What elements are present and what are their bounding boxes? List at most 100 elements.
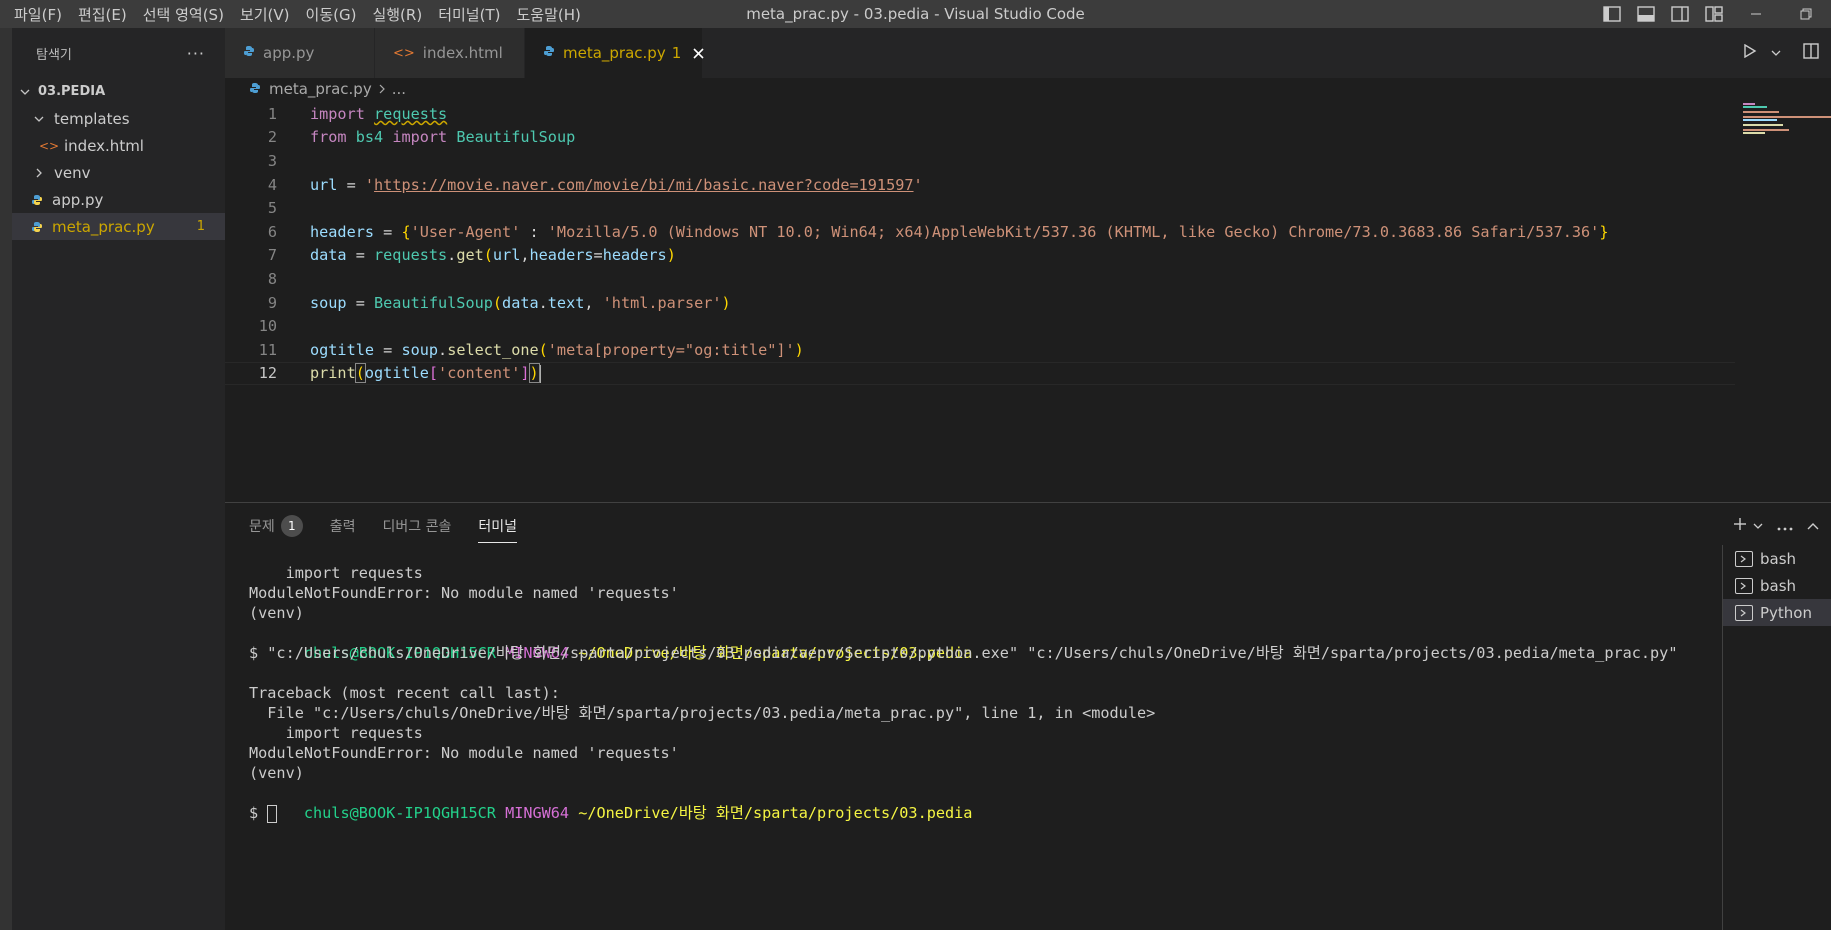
split-editor-icon[interactable]	[1803, 43, 1819, 63]
terminal-prompt-line: chuls@BOOK-IP1QGH15CR MINGW64 ~/OneDrive…	[249, 623, 1704, 662]
menu-terminal[interactable]: 터미널(T)	[430, 0, 508, 28]
restore-icon[interactable]	[1781, 0, 1831, 28]
chevron-right-icon	[378, 80, 386, 98]
window-controls	[1595, 0, 1831, 28]
terminal-line: import requests	[249, 724, 423, 742]
terminal-item-python[interactable]: Python	[1723, 599, 1831, 626]
code-line: 2 from bs4 import BeautifulSoup	[225, 126, 1735, 150]
line-number: 3	[267, 151, 277, 170]
code-text: ogtitle = soup.select_one('meta[property…	[310, 340, 804, 359]
terminal-item-label: Python	[1760, 603, 1812, 622]
tree-item-index-html[interactable]: <> index.html	[12, 132, 225, 159]
menu-file[interactable]: 파일(F)	[6, 0, 70, 28]
code-text: url = 'https://movie.naver.com/movie/bi/…	[310, 175, 923, 194]
customize-layout-icon[interactable]	[1697, 0, 1731, 28]
terminal-item-bash[interactable]: bash	[1723, 572, 1831, 599]
code-line: 3	[225, 149, 1735, 173]
new-terminal-icon[interactable]	[1733, 515, 1747, 536]
tree-item-app-py[interactable]: app.py	[12, 186, 225, 213]
tree-item-label: index.html	[64, 136, 144, 155]
more-actions-icon[interactable]: ···	[187, 44, 205, 63]
tree-root-folder[interactable]: 03.PEDIA	[12, 78, 225, 105]
toggle-secondary-sidebar-icon[interactable]	[1663, 0, 1697, 28]
toggle-panel-icon[interactable]	[1629, 0, 1663, 28]
chevron-down-icon[interactable]	[1753, 515, 1763, 536]
python-file-icon	[543, 45, 555, 61]
line-number: 5	[267, 199, 277, 218]
breadcrumb-symbol[interactable]: ...	[392, 80, 406, 98]
menu-selection[interactable]: 선택 영역(S)	[135, 0, 232, 28]
html-file-icon: <>	[38, 138, 60, 153]
terminal-list: bash bash Python	[1722, 545, 1831, 930]
line-number: 1	[267, 104, 277, 123]
text-cursor	[538, 364, 541, 383]
python-file-icon	[28, 221, 46, 233]
chevron-down-icon[interactable]	[1771, 44, 1781, 62]
code-text: soup = BeautifulSoup(data.text, 'html.pa…	[310, 293, 731, 312]
prompt-path: ~/OneDrive/바탕 화면/sparta/projects/03.pedi…	[578, 804, 973, 822]
tab-meta-prac-py[interactable]: meta_prac.py 1	[525, 28, 704, 78]
terminal-icon	[1735, 604, 1753, 621]
code-line: 5	[225, 196, 1735, 220]
tab-index-html[interactable]: <> index.html	[375, 28, 525, 78]
code-text: import requests	[310, 104, 448, 123]
tab-output[interactable]: 출력	[330, 503, 356, 548]
maximize-panel-icon[interactable]	[1807, 515, 1819, 536]
tree-item-templates[interactable]: templates	[12, 105, 225, 132]
tree-item-meta-prac-py[interactable]: meta_prac.py 1	[12, 213, 225, 240]
title-bar: 파일(F) 편집(E) 선택 영역(S) 보기(V) 이동(G) 실행(R) 터…	[0, 0, 1831, 28]
line-number: 10	[258, 317, 277, 336]
terminal-line: File "c:/Users/chuls/OneDrive/바탕 화면/spar…	[249, 704, 1156, 722]
line-number: 12	[258, 364, 277, 383]
minimap[interactable]	[1735, 100, 1831, 502]
tree-item-venv[interactable]: venv	[12, 159, 225, 186]
terminal-output[interactable]: import requests ModuleNotFoundError: No …	[249, 563, 1704, 923]
tree-root-label: 03.PEDIA	[38, 84, 106, 99]
tab-label: app.py	[263, 44, 315, 62]
breadcrumb-file[interactable]: meta_prac.py	[269, 80, 372, 98]
menu-go[interactable]: 이동(G)	[298, 0, 365, 28]
more-actions-icon[interactable]	[1777, 515, 1793, 536]
terminal-item-bash[interactable]: bash	[1723, 545, 1831, 572]
panel-tabs: 문제 1 출력 디버그 콘솔 터미널	[225, 503, 1831, 548]
terminal-item-label: bash	[1760, 549, 1797, 568]
terminal-line: Traceback (most recent call last):	[249, 684, 560, 702]
editor-tabs: app.py <> index.html meta_prac.py 1	[225, 28, 1831, 78]
menu-help[interactable]: 도움말(H)	[508, 0, 588, 28]
tab-debug-console[interactable]: 디버그 콘솔	[383, 503, 452, 548]
code-editor[interactable]: 1 import requests 2 from bs4 import Beau…	[225, 100, 1831, 502]
tab-terminal[interactable]: 터미널	[478, 503, 517, 548]
line-number: 2	[267, 128, 277, 147]
code-text: print(ogtitle['content'])	[310, 363, 541, 384]
terminal-line: ModuleNotFoundError: No module named 're…	[249, 744, 679, 762]
code-line: 10	[225, 314, 1735, 338]
tab-problem-count: 1	[671, 44, 682, 62]
code-line-current: 12 print(ogtitle['content'])	[225, 361, 1735, 386]
close-icon[interactable]	[693, 44, 704, 63]
terminal-line: ModuleNotFoundError: No module named 're…	[249, 584, 679, 602]
toggle-primary-sidebar-icon[interactable]	[1595, 0, 1629, 28]
code-line: 7 data = requests.get(url,headers=header…	[225, 244, 1735, 268]
run-python-file-icon[interactable]	[1743, 43, 1757, 62]
terminal-line: import requests	[249, 564, 423, 582]
code-line: 9 soup = BeautifulSoup(data.text, 'html.…	[225, 291, 1735, 315]
minimize-icon[interactable]	[1731, 0, 1781, 28]
menu-run[interactable]: 실행(R)	[364, 0, 430, 28]
terminal-cursor	[267, 804, 278, 823]
line-number: 8	[267, 269, 277, 288]
python-file-icon	[243, 45, 255, 61]
tab-app-py[interactable]: app.py	[225, 28, 375, 78]
html-file-icon: <>	[393, 45, 415, 61]
terminal-item-label: bash	[1760, 576, 1797, 595]
code-text: headers = {'User-Agent' : 'Mozilla/5.0 (…	[310, 222, 1609, 241]
menu-edit[interactable]: 편집(E)	[70, 0, 135, 28]
chevron-down-icon	[18, 87, 32, 97]
prompt-user: chuls@BOOK-IP1QGH15CR	[303, 804, 496, 822]
python-file-icon	[249, 82, 261, 97]
tab-label: meta_prac.py	[563, 44, 666, 62]
tab-label: 터미널	[478, 518, 518, 535]
problem-count-badge: 1	[196, 219, 205, 234]
tab-problems[interactable]: 문제 1	[249, 503, 303, 548]
menu-view[interactable]: 보기(V)	[232, 0, 298, 28]
